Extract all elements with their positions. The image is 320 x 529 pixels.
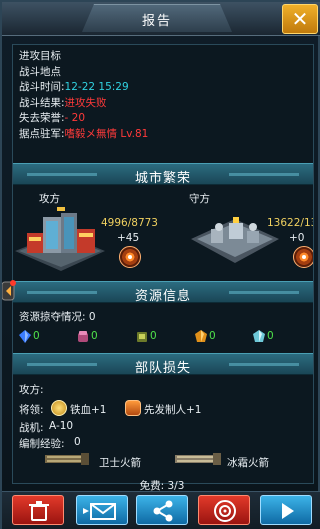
attacker-prosperity-delta: +45 xyxy=(117,232,140,244)
attacker-city-image xyxy=(15,207,105,271)
frost-rocket-icon xyxy=(175,453,221,465)
resource-value-4: 0 xyxy=(209,330,216,342)
resource-value-3: 0 xyxy=(150,330,157,342)
garrison-value: 嗜毅メ無情 Lv.81 xyxy=(64,127,149,140)
resource-value-5: 0 xyxy=(267,330,274,342)
losses-attacker-label: 攻方: xyxy=(19,384,44,396)
pink-ore-icon xyxy=(78,331,88,342)
general-skill-1: 铁血+1 xyxy=(70,404,107,416)
cyan-crystal-icon xyxy=(253,330,265,342)
plane-value: A-10 xyxy=(49,420,74,432)
prosperity-title: 城市繁荣 xyxy=(134,171,191,186)
plunder-label: 资源掠夺情况: 0 xyxy=(19,311,96,323)
attack-target-button[interactable] xyxy=(198,495,250,525)
play-arrow-icon xyxy=(282,503,294,519)
exp-label: 编制经验: xyxy=(19,438,65,450)
exp-value: 0 xyxy=(74,436,81,448)
share-icon xyxy=(153,500,173,522)
prosperity-header: 城市繁荣 xyxy=(13,163,313,186)
resource-value-2: 0 xyxy=(91,330,98,342)
first-strike-badge-icon xyxy=(125,400,141,416)
defender-label: 守方 xyxy=(189,193,210,205)
honor-label: 失去荣誉: xyxy=(19,112,65,124)
blue-crystal-icon xyxy=(19,330,31,343)
lost-unit-2: 冰霜火箭 xyxy=(227,457,269,469)
defender-prosperity-delta: +0 xyxy=(289,232,305,244)
defender-locate-icon[interactable] xyxy=(293,246,313,268)
resource-value-1: 0 xyxy=(33,330,40,342)
battle-info: 进攻目标 战斗地点 战斗时间:12-22 15:29 战斗结果:进攻失败 失去荣… xyxy=(19,49,148,142)
report-content[interactable]: 进攻目标 战斗地点 战斗时间:12-22 15:29 战斗结果:进攻失败 失去荣… xyxy=(12,44,314,484)
title-bar: 报告 ✕ xyxy=(2,2,320,36)
report-window: 报告 ✕ 进攻目标 战斗地点 战斗时间:12-22 15:29 战斗结果:进攻失… xyxy=(0,0,320,529)
bottom-toolbar xyxy=(2,491,320,529)
crosshair-icon xyxy=(214,500,236,522)
losses-title: 部队损失 xyxy=(134,361,191,376)
orange-crystal-icon xyxy=(195,330,207,342)
target-label: 进攻目标 xyxy=(19,50,61,62)
location-label: 战斗地点 xyxy=(19,65,61,78)
attacker-prosperity-value: 4996/8773 xyxy=(101,217,158,229)
delete-button[interactable] xyxy=(12,495,64,525)
next-report-button[interactable] xyxy=(260,495,312,525)
guardian-rocket-icon xyxy=(45,453,89,465)
iron-blood-medal-icon xyxy=(51,400,67,416)
plane-label: 战机: xyxy=(19,422,44,434)
honor-value: - 20 xyxy=(64,112,86,124)
result-value: 进攻失败 xyxy=(64,96,107,109)
mail-icon xyxy=(83,503,116,520)
result-label: 战斗结果: xyxy=(19,96,65,109)
trash-icon xyxy=(29,501,49,521)
green-ore-icon xyxy=(137,332,147,342)
resources-header: 资源信息 xyxy=(13,281,313,304)
time-label: 战斗时间: xyxy=(19,81,65,93)
general-label: 将领: xyxy=(19,404,44,416)
resources-title: 资源信息 xyxy=(134,289,191,304)
share-button[interactable] xyxy=(136,495,188,525)
general-skill-2: 先发制人+1 xyxy=(144,404,202,416)
time-value: 12-22 15:29 xyxy=(64,81,129,93)
mail-button[interactable] xyxy=(76,495,128,525)
side-scroll-tab-icon[interactable] xyxy=(2,280,16,302)
losses-header: 部队损失 xyxy=(13,353,313,376)
window-title: 报告 xyxy=(141,14,172,29)
lost-unit-1: 卫士火箭 xyxy=(99,457,141,469)
close-button[interactable]: ✕ xyxy=(282,4,318,34)
defender-prosperity-value: 13622/1362 xyxy=(267,217,313,229)
garrison-label: 据点驻军: xyxy=(19,127,65,140)
defender-city-image xyxy=(191,217,279,263)
attacker-locate-icon[interactable] xyxy=(119,246,141,268)
